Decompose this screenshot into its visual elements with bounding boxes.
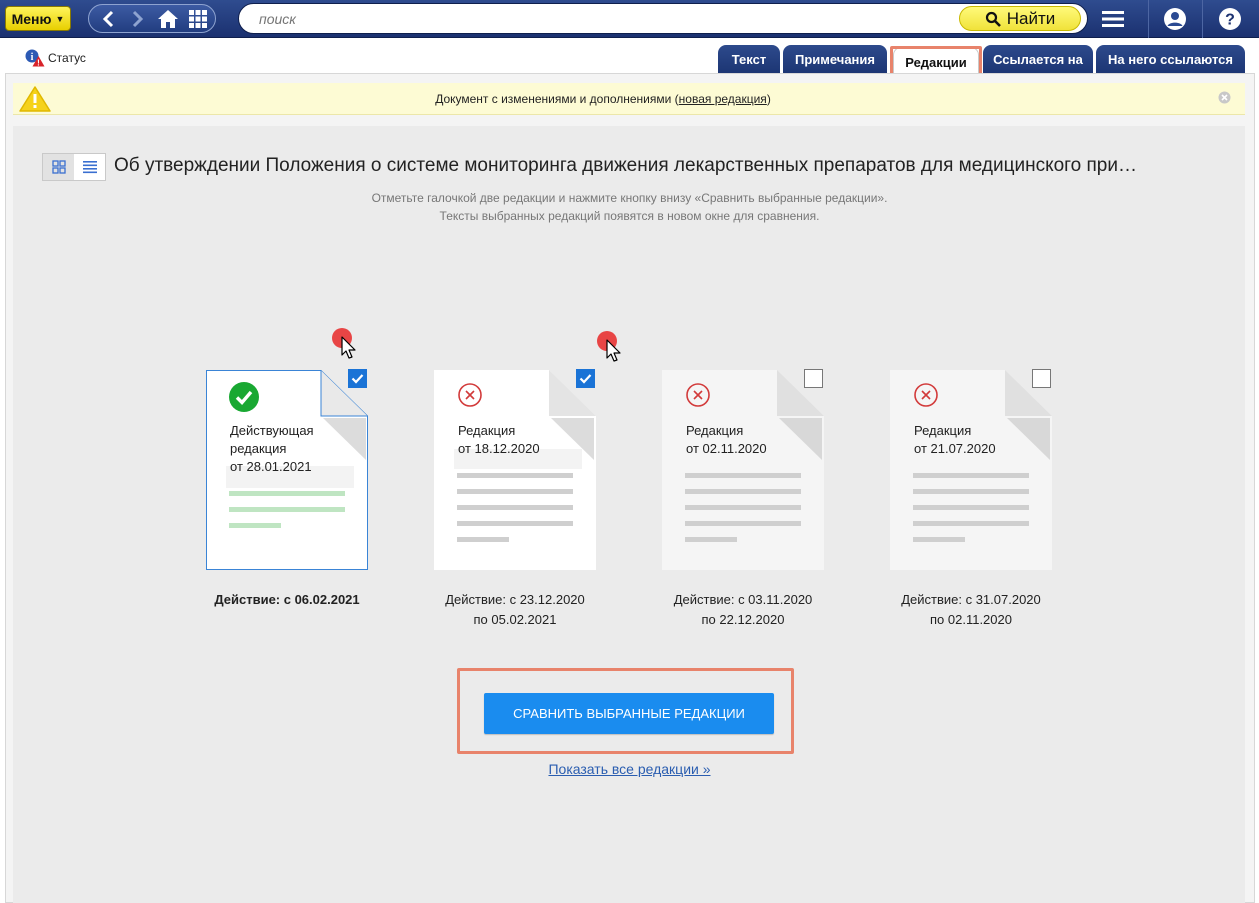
revision-label-line: Редакция [914,423,972,438]
revision-label: Редакция от 18.12.2020 [458,422,540,458]
forward-button[interactable] [125,6,151,32]
revision-card-2020-12-18[interactable]: Редакция от 18.12.2020 [434,370,596,570]
help-icon: ? [1219,8,1241,30]
show-all-revisions: Показать все редакции » [0,761,1259,777]
search-input[interactable] [257,8,947,30]
revision-checkbox-2020-07-21[interactable] [1032,369,1051,388]
revision-label-line: Действующая [230,423,314,438]
svg-text:?: ? [1225,12,1235,29]
tab-label: На него ссылаются [1108,52,1233,67]
tab-links-to[interactable]: Ссылается на [983,45,1093,74]
revision-card-2020-11-02[interactable]: Редакция от 02.11.2020 [662,370,824,570]
revision-date: от 21.07.2020 [914,441,996,456]
menu-button-label: Меню [11,10,52,27]
top-toolbar: Меню ▼ Найти [0,0,1259,38]
revision-action-start: Действие: с 03.11.2020 [673,592,813,607]
document-tabs: Текст Примечания Редакции Ссылается на Н… [0,45,1259,76]
revision-label-line: редакция [230,441,287,456]
tab-label: Ссылается на [993,52,1083,67]
find-button-label: Найти [1006,8,1056,28]
check-circle-icon [229,382,259,412]
revision-date: от 28.01.2021 [230,459,312,474]
caret-down-icon: ▼ [55,13,65,24]
text-lines [685,473,801,553]
revision-action-end: по 02.11.2020 [930,612,1012,627]
user-profile-button[interactable] [1155,4,1195,34]
instruction-line-2: Тексты выбранных редакций появятся в нов… [439,209,820,223]
x-circle-icon [458,383,482,407]
back-button[interactable] [95,6,121,32]
grid-view-icon [51,160,66,174]
new-revision-link[interactable]: новая редакция [679,92,767,106]
list-view-icon [82,161,97,174]
chevron-right-icon [132,10,144,27]
user-icon [1164,8,1186,30]
toolbar-divider [1148,0,1149,38]
view-toggle [42,153,106,181]
navigation-group [88,4,216,33]
tab-notes[interactable]: Примечания [783,45,887,74]
show-all-revisions-link[interactable]: Показать все редакции » [548,761,710,777]
revision-card-2020-07-21[interactable]: Редакция от 21.07.2020 [890,370,1052,570]
revision-dates-2020-07-21: Действие: с 31.07.2020 по 02.11.2020 [871,590,1071,630]
revision-dates-2020-11-02: Действие: с 03.11.2020 по 22.12.2020 [643,590,843,630]
revision-action-start: Действие: с 31.07.2020 [901,592,1041,607]
search-box: Найти [238,3,1088,34]
tab-linked-from[interactable]: На него ссылаются [1096,45,1245,74]
revision-action-start: Действие: с 23.12.2020 [445,592,585,607]
find-button[interactable]: Найти [959,6,1081,31]
x-circle-icon [686,383,710,407]
home-icon [158,9,178,28]
checkmark-icon [579,374,592,384]
revision-action-end: по 05.02.2021 [473,612,557,627]
revisions-panel [13,126,1245,903]
text-lines [913,473,1029,553]
toolbar-divider [1202,0,1203,38]
cursor-click-indicator [332,328,356,359]
revision-label: Редакция от 02.11.2020 [686,422,767,458]
instruction-line-1: Отметьте галочкой две редакции и нажмите… [371,191,888,205]
apps-grid-button[interactable] [185,6,211,32]
tab-label: Примечания [794,52,875,67]
grid-icon [189,9,207,28]
help-button[interactable]: ? [1210,4,1250,34]
document-title: Об утверждении Положения о системе монит… [114,155,1137,176]
revision-label-line: Редакция [686,423,744,438]
revision-date: от 18.12.2020 [458,441,540,456]
checkmark-icon [351,374,364,384]
revision-action-end: по 22.12.2020 [701,612,785,627]
home-button[interactable] [155,6,181,32]
revision-checkbox-2020-12-18[interactable] [576,369,595,388]
revision-checkbox-2020-11-02[interactable] [804,369,823,388]
tab-label: Текст [731,52,767,67]
hamburger-menu-button[interactable] [1093,4,1133,34]
revision-dates-current: Действие: с 06.02.2021 [187,590,387,610]
revision-date: от 02.11.2020 [686,441,767,456]
revision-card-current[interactable]: Действующая редакция от 28.01.2021 [206,370,368,570]
notice-text: Документ с изменениями и дополнениями (н… [13,92,1193,106]
grid-view-button[interactable] [43,154,74,180]
revision-checkbox-current[interactable] [348,369,367,388]
hamburger-icon [1102,11,1124,27]
text-lines [457,473,573,553]
x-circle-icon [914,383,938,407]
menu-button[interactable]: Меню ▼ [5,6,71,31]
notice-text-start: Документ с изменениями и дополнениями ( [435,92,679,106]
revision-action-start: Действие: с 06.02.2021 [214,592,360,607]
revision-dates-2020-12-18: Действие: с 23.12.2020 по 05.02.2021 [415,590,615,630]
tab-text[interactable]: Текст [718,45,780,74]
revision-label: Действующая редакция от 28.01.2021 [230,422,314,476]
close-icon[interactable] [1218,91,1231,104]
notice-bar: Документ с изменениями и дополнениями (н… [13,83,1245,115]
revision-label: Редакция от 21.07.2020 [914,422,996,458]
chevron-left-icon [102,10,114,27]
notice-text-end: ) [766,92,771,106]
search-icon [985,11,1001,27]
compare-revisions-button[interactable]: СРАВНИТЬ ВЫБРАННЫЕ РЕДАКЦИИ [484,693,774,734]
revision-label-line: Редакция [458,423,516,438]
list-view-button[interactable] [74,154,105,180]
cursor-click-indicator [597,331,621,362]
text-lines [229,491,345,539]
